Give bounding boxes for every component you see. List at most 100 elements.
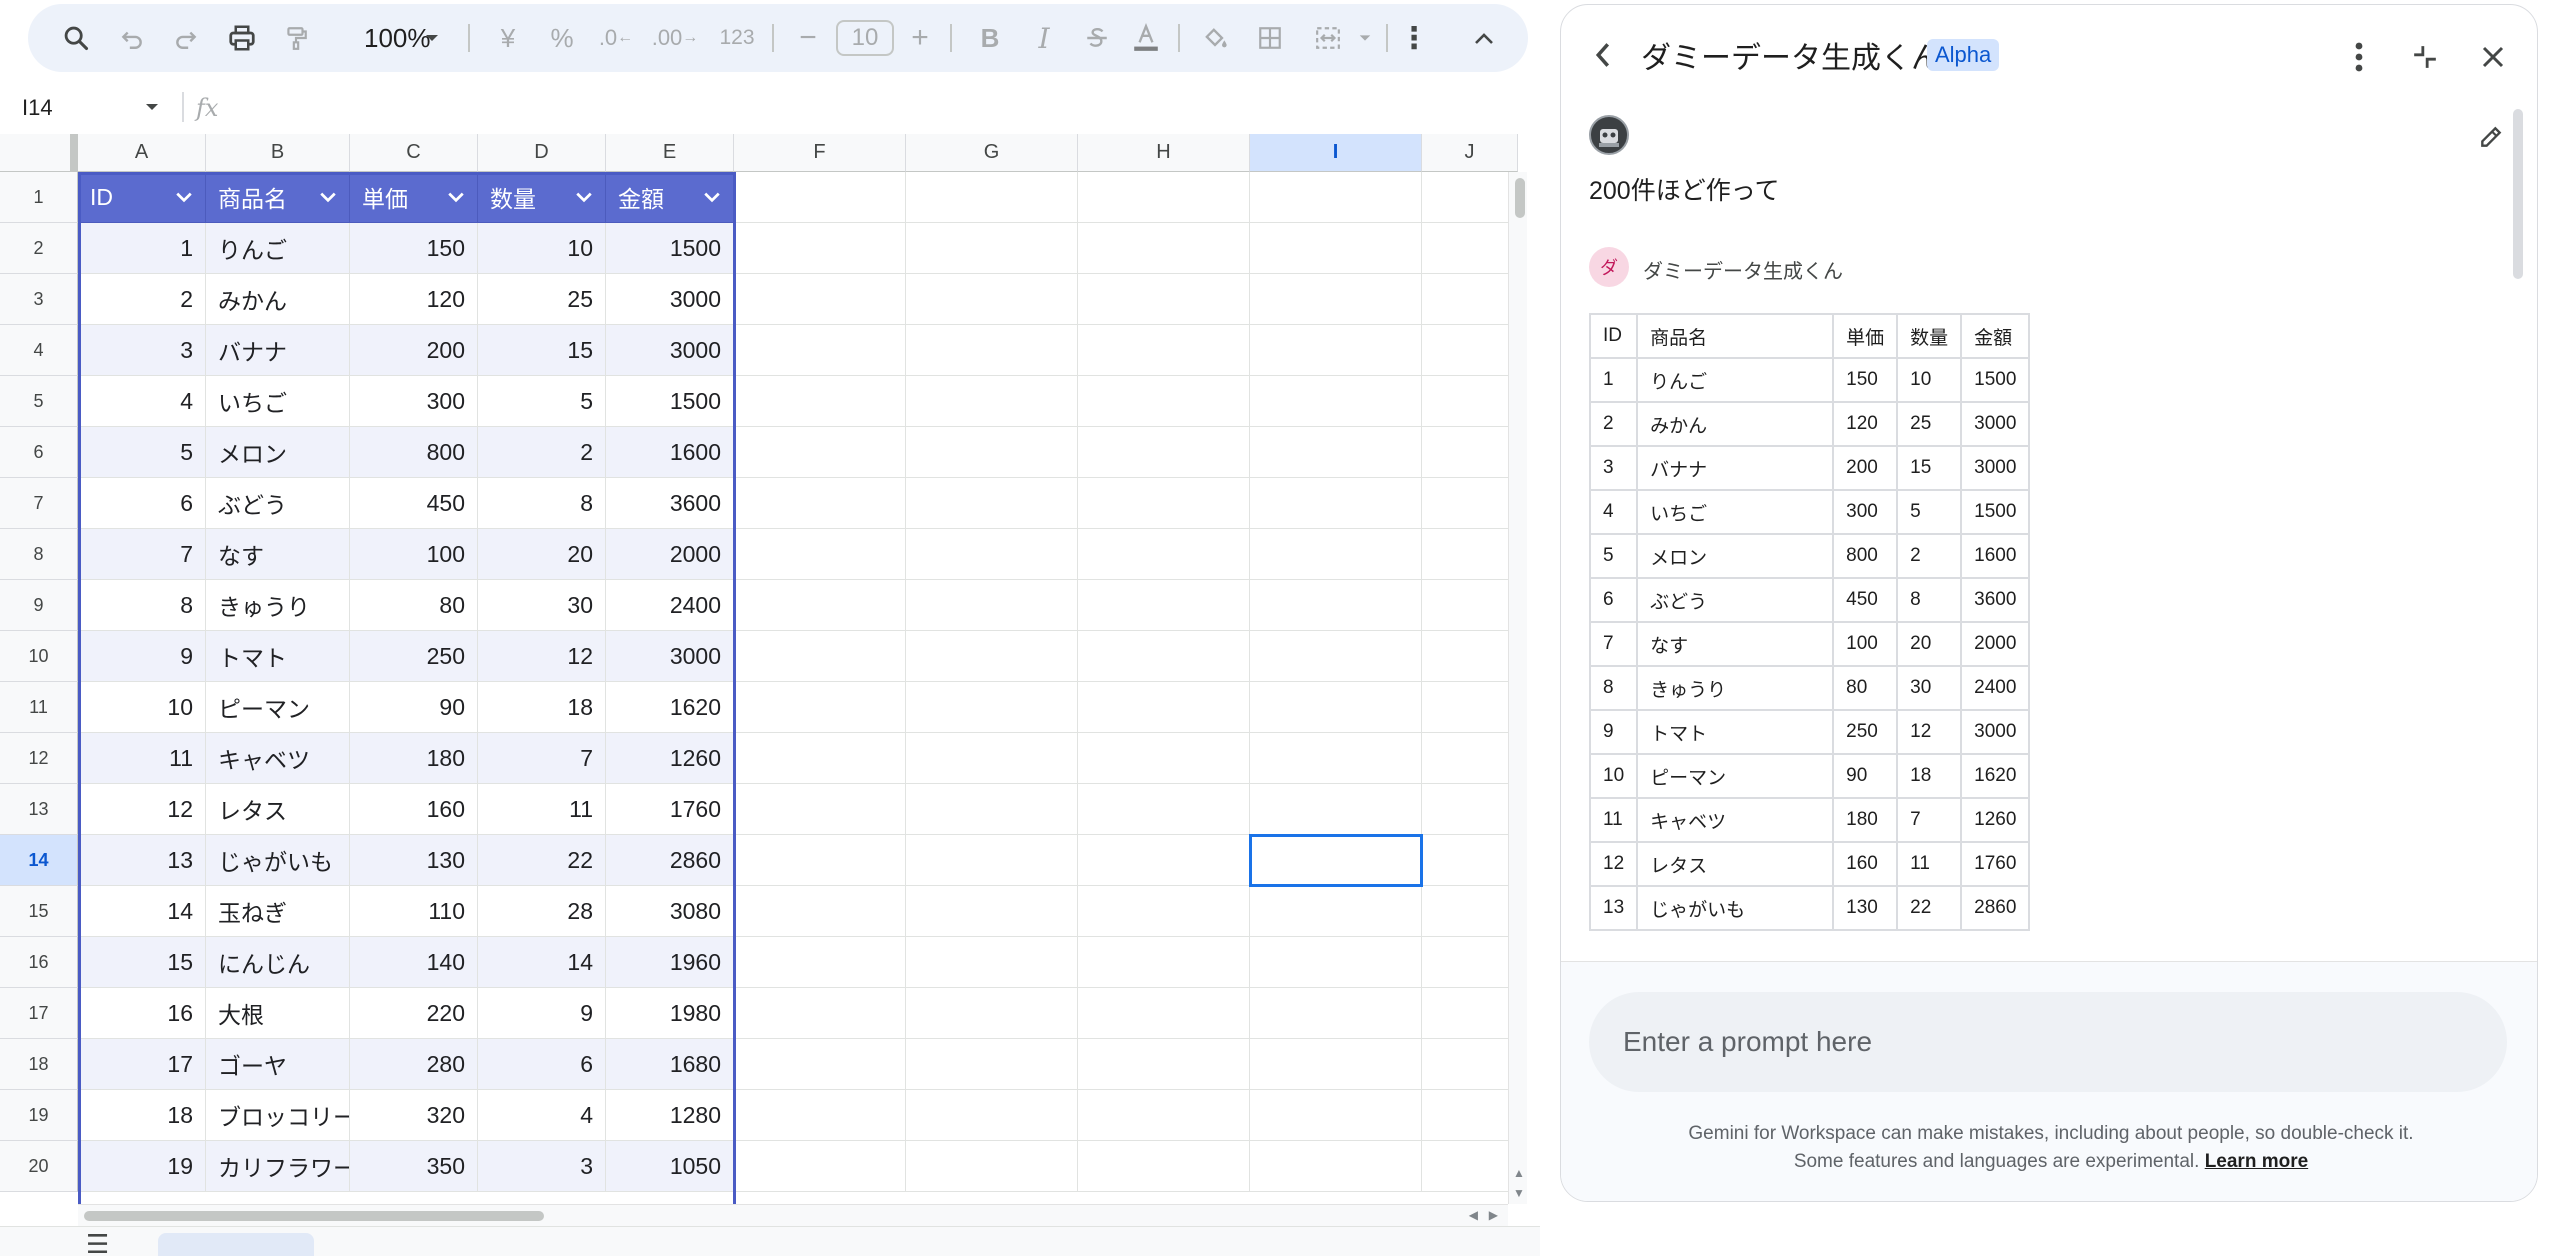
strikethrough-icon[interactable] [1074, 4, 1120, 72]
row-header-19[interactable]: 19 [0, 1090, 78, 1141]
table-cell[interactable]: 1 [78, 223, 206, 274]
empty-cell[interactable] [1250, 631, 1422, 682]
column-header-c[interactable]: C [350, 134, 478, 172]
empty-cell[interactable] [734, 1090, 906, 1141]
horizontal-scroll-thumb[interactable] [84, 1211, 544, 1221]
table-cell[interactable]: メロン [206, 427, 350, 478]
italic-button[interactable]: I [1022, 4, 1066, 72]
learn-more-link[interactable]: Learn more [2205, 1151, 2308, 1172]
horizontal-scrollbar[interactable]: ◀ ▶ [78, 1204, 1508, 1227]
empty-cell[interactable] [1078, 682, 1250, 733]
table-cell[interactable]: 1760 [606, 784, 734, 835]
table-cell[interactable]: いちご [206, 376, 350, 427]
empty-cell[interactable] [734, 886, 906, 937]
empty-cell[interactable] [1078, 784, 1250, 835]
empty-cell[interactable] [1250, 223, 1422, 274]
empty-cell[interactable] [1422, 1039, 1518, 1090]
table-cell[interactable]: 350 [350, 1141, 478, 1192]
table-cell[interactable]: 800 [350, 427, 478, 478]
table-cell[interactable]: 5 [478, 376, 606, 427]
table-cell[interactable]: 14 [78, 886, 206, 937]
table-cell[interactable]: 18 [78, 1090, 206, 1141]
empty-cell[interactable] [734, 988, 906, 1039]
column-header-d[interactable]: D [478, 134, 606, 172]
fill-color-icon[interactable] [1190, 4, 1240, 72]
empty-cell[interactable] [1250, 274, 1422, 325]
empty-cell[interactable] [1078, 1039, 1250, 1090]
row-header-4[interactable]: 4 [0, 325, 78, 376]
table-cell[interactable]: 2 [78, 274, 206, 325]
empty-cell[interactable] [1422, 1141, 1518, 1192]
row-header-17[interactable]: 17 [0, 988, 78, 1039]
empty-cell[interactable] [1078, 427, 1250, 478]
empty-cell[interactable] [1250, 478, 1422, 529]
scroll-down-arrow-icon[interactable]: ▼ [1513, 1186, 1525, 1200]
table-cell[interactable]: 1680 [606, 1039, 734, 1090]
table-cell[interactable]: 160 [350, 784, 478, 835]
empty-cell[interactable] [1078, 631, 1250, 682]
table-cell[interactable]: にんじん [206, 937, 350, 988]
empty-cell[interactable] [1078, 937, 1250, 988]
empty-cell[interactable] [734, 376, 906, 427]
empty-cell[interactable] [1078, 223, 1250, 274]
table-cell[interactable]: なす [206, 529, 350, 580]
table-cell[interactable]: 15 [78, 937, 206, 988]
spreadsheet-grid[interactable]: ABCDEFGHIJ 1 2 3 4 5 6 7 8 9 10 11 12 13 14 15 16 17 18 19… [0, 134, 1520, 1204]
empty-cell[interactable] [1078, 274, 1250, 325]
row-header-3[interactable]: 3 [0, 274, 78, 325]
table-cell[interactable]: 7 [478, 733, 606, 784]
decrease-font-size-button[interactable]: − [788, 4, 828, 72]
table-cell[interactable]: 1980 [606, 988, 734, 1039]
table-cell[interactable]: 14 [478, 937, 606, 988]
table-cell[interactable]: 320 [350, 1090, 478, 1141]
table-cell[interactable]: 7 [78, 529, 206, 580]
empty-cell[interactable] [1078, 1090, 1250, 1141]
vertical-scrollbar[interactable]: ▲ ▼ [1508, 172, 1527, 1204]
table-cell[interactable]: 250 [350, 631, 478, 682]
column-header-h[interactable]: H [1078, 134, 1250, 172]
empty-cell[interactable] [734, 580, 906, 631]
table-cell[interactable]: 450 [350, 478, 478, 529]
percent-format-button[interactable]: % [540, 4, 584, 72]
table-cell[interactable]: 2400 [606, 580, 734, 631]
table-cell[interactable]: 10 [78, 682, 206, 733]
empty-cell[interactable] [906, 733, 1078, 784]
empty-cell[interactable] [1250, 427, 1422, 478]
table-cell[interactable]: 220 [350, 988, 478, 1039]
row-header-10[interactable]: 10 [0, 631, 78, 682]
table-cell[interactable]: 12 [478, 631, 606, 682]
empty-cell[interactable] [1250, 376, 1422, 427]
table-cell[interactable]: 11 [78, 733, 206, 784]
empty-cell[interactable] [1422, 529, 1518, 580]
empty-cell[interactable] [734, 427, 906, 478]
table-cell[interactable]: きゅうり [206, 580, 350, 631]
empty-cell[interactable] [1250, 733, 1422, 784]
column-header-g[interactable]: G [906, 134, 1078, 172]
empty-cell[interactable] [1422, 835, 1518, 886]
empty-cell[interactable] [906, 376, 1078, 427]
table-cell[interactable]: 1960 [606, 937, 734, 988]
empty-cell[interactable] [1250, 937, 1422, 988]
table-cell[interactable]: 玉ねぎ [206, 886, 350, 937]
close-icon[interactable] [2471, 35, 2515, 79]
text-color-icon[interactable] [1124, 4, 1168, 72]
empty-cell[interactable] [906, 529, 1078, 580]
paint-format-icon[interactable] [272, 4, 320, 72]
table-cell[interactable]: 2 [478, 427, 606, 478]
bold-button[interactable]: B [968, 4, 1012, 72]
empty-cell[interactable] [1422, 733, 1518, 784]
row-header-16[interactable]: 16 [0, 937, 78, 988]
decrease-decimal-button[interactable]: .0 ← [594, 4, 638, 72]
filter-chevron-down-icon[interactable] [703, 187, 721, 208]
empty-cell[interactable] [1250, 886, 1422, 937]
table-cell[interactable]: 15 [478, 325, 606, 376]
edit-prompt-icon[interactable] [2471, 117, 2511, 157]
search-menus-icon[interactable] [52, 4, 100, 72]
empty-cell[interactable] [1078, 172, 1250, 223]
row-header-14[interactable]: 14 [0, 835, 78, 886]
table-cell[interactable]: 1620 [606, 682, 734, 733]
formula-input[interactable] [236, 86, 1506, 130]
empty-cell[interactable] [906, 172, 1078, 223]
empty-cell[interactable] [1078, 988, 1250, 1039]
filter-chevron-down-icon[interactable] [447, 187, 465, 208]
